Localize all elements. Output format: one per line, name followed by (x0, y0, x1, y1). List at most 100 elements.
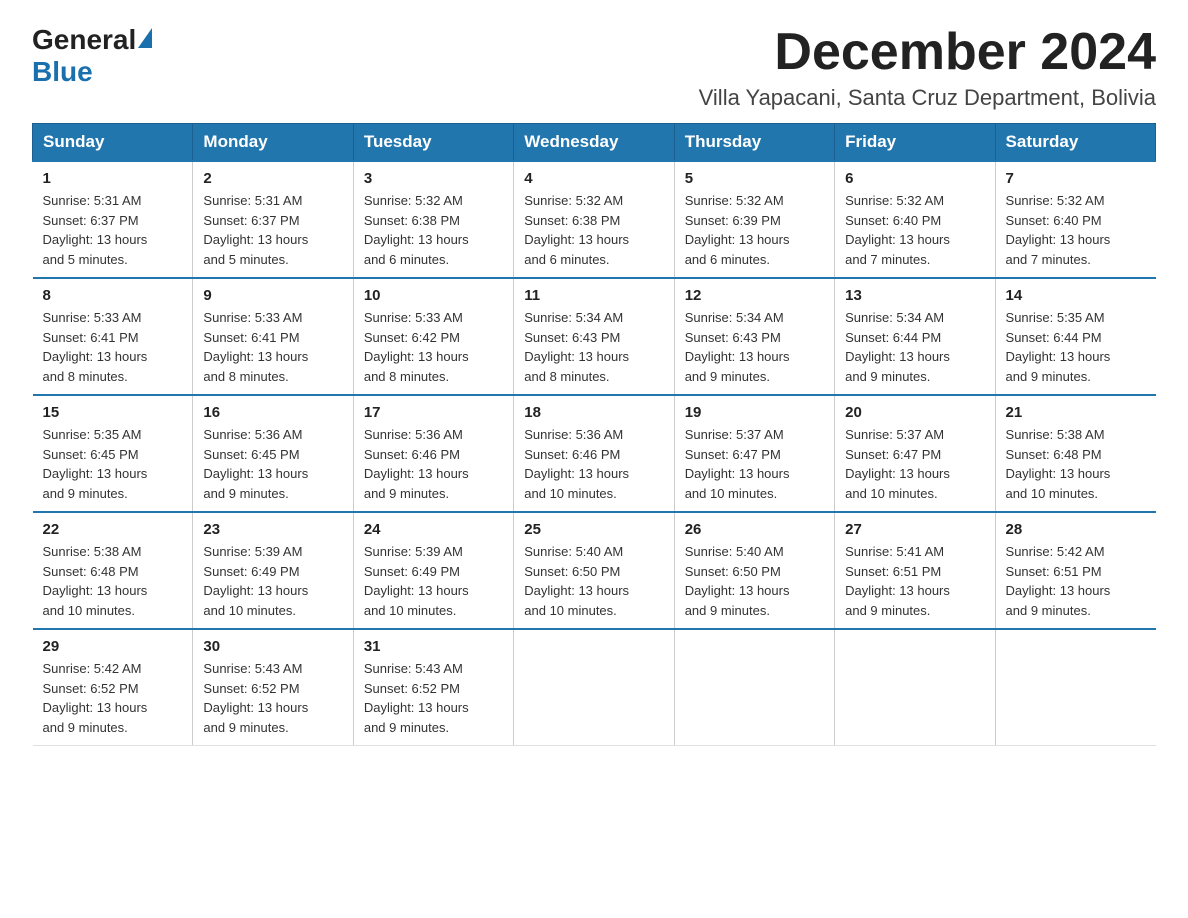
week-row-1: 1 Sunrise: 5:31 AM Sunset: 6:37 PM Dayli… (33, 161, 1156, 278)
weekday-header-saturday: Saturday (995, 124, 1155, 162)
day-number: 9 (203, 287, 342, 304)
weekday-header-tuesday: Tuesday (353, 124, 513, 162)
day-info: Sunrise: 5:39 AM Sunset: 6:49 PM Dayligh… (364, 542, 503, 620)
day-number: 22 (43, 521, 183, 538)
day-number: 11 (524, 287, 663, 304)
day-info: Sunrise: 5:37 AM Sunset: 6:47 PM Dayligh… (685, 425, 824, 503)
day-cell: 7 Sunrise: 5:32 AM Sunset: 6:40 PM Dayli… (995, 161, 1155, 278)
week-row-3: 15 Sunrise: 5:35 AM Sunset: 6:45 PM Dayl… (33, 395, 1156, 512)
day-cell: 13 Sunrise: 5:34 AM Sunset: 6:44 PM Dayl… (835, 278, 995, 395)
day-number: 15 (43, 404, 183, 421)
day-cell: 12 Sunrise: 5:34 AM Sunset: 6:43 PM Dayl… (674, 278, 834, 395)
day-info: Sunrise: 5:32 AM Sunset: 6:40 PM Dayligh… (1006, 191, 1146, 269)
day-cell: 29 Sunrise: 5:42 AM Sunset: 6:52 PM Dayl… (33, 629, 193, 746)
day-number: 14 (1006, 287, 1146, 304)
day-cell (674, 629, 834, 746)
calendar-subtitle: Villa Yapacani, Santa Cruz Department, B… (699, 85, 1156, 111)
day-cell (995, 629, 1155, 746)
day-number: 29 (43, 638, 183, 655)
day-info: Sunrise: 5:32 AM Sunset: 6:38 PM Dayligh… (364, 191, 503, 269)
day-info: Sunrise: 5:38 AM Sunset: 6:48 PM Dayligh… (43, 542, 183, 620)
day-cell: 10 Sunrise: 5:33 AM Sunset: 6:42 PM Dayl… (353, 278, 513, 395)
logo-blue: Blue (32, 56, 93, 88)
day-info: Sunrise: 5:34 AM Sunset: 6:43 PM Dayligh… (685, 308, 824, 386)
day-number: 21 (1006, 404, 1146, 421)
day-info: Sunrise: 5:43 AM Sunset: 6:52 PM Dayligh… (203, 659, 342, 737)
day-number: 12 (685, 287, 824, 304)
day-cell: 14 Sunrise: 5:35 AM Sunset: 6:44 PM Dayl… (995, 278, 1155, 395)
week-row-5: 29 Sunrise: 5:42 AM Sunset: 6:52 PM Dayl… (33, 629, 1156, 746)
day-number: 27 (845, 521, 984, 538)
day-cell (835, 629, 995, 746)
day-info: Sunrise: 5:40 AM Sunset: 6:50 PM Dayligh… (524, 542, 663, 620)
week-row-4: 22 Sunrise: 5:38 AM Sunset: 6:48 PM Dayl… (33, 512, 1156, 629)
day-info: Sunrise: 5:40 AM Sunset: 6:50 PM Dayligh… (685, 542, 824, 620)
day-info: Sunrise: 5:41 AM Sunset: 6:51 PM Dayligh… (845, 542, 984, 620)
day-info: Sunrise: 5:33 AM Sunset: 6:41 PM Dayligh… (203, 308, 342, 386)
day-cell: 25 Sunrise: 5:40 AM Sunset: 6:50 PM Dayl… (514, 512, 674, 629)
day-number: 5 (685, 170, 824, 187)
day-cell: 4 Sunrise: 5:32 AM Sunset: 6:38 PM Dayli… (514, 161, 674, 278)
day-info: Sunrise: 5:35 AM Sunset: 6:44 PM Dayligh… (1006, 308, 1146, 386)
day-info: Sunrise: 5:35 AM Sunset: 6:45 PM Dayligh… (43, 425, 183, 503)
day-cell: 9 Sunrise: 5:33 AM Sunset: 6:41 PM Dayli… (193, 278, 353, 395)
day-cell: 30 Sunrise: 5:43 AM Sunset: 6:52 PM Dayl… (193, 629, 353, 746)
day-info: Sunrise: 5:36 AM Sunset: 6:46 PM Dayligh… (524, 425, 663, 503)
day-cell: 5 Sunrise: 5:32 AM Sunset: 6:39 PM Dayli… (674, 161, 834, 278)
day-cell: 8 Sunrise: 5:33 AM Sunset: 6:41 PM Dayli… (33, 278, 193, 395)
day-number: 2 (203, 170, 342, 187)
title-block: December 2024 Villa Yapacani, Santa Cruz… (699, 24, 1156, 111)
weekday-header-thursday: Thursday (674, 124, 834, 162)
day-cell: 28 Sunrise: 5:42 AM Sunset: 6:51 PM Dayl… (995, 512, 1155, 629)
day-cell: 1 Sunrise: 5:31 AM Sunset: 6:37 PM Dayli… (33, 161, 193, 278)
day-number: 7 (1006, 170, 1146, 187)
day-cell: 18 Sunrise: 5:36 AM Sunset: 6:46 PM Dayl… (514, 395, 674, 512)
day-info: Sunrise: 5:39 AM Sunset: 6:49 PM Dayligh… (203, 542, 342, 620)
day-cell: 19 Sunrise: 5:37 AM Sunset: 6:47 PM Dayl… (674, 395, 834, 512)
day-cell: 3 Sunrise: 5:32 AM Sunset: 6:38 PM Dayli… (353, 161, 513, 278)
day-cell: 26 Sunrise: 5:40 AM Sunset: 6:50 PM Dayl… (674, 512, 834, 629)
day-number: 20 (845, 404, 984, 421)
day-info: Sunrise: 5:43 AM Sunset: 6:52 PM Dayligh… (364, 659, 503, 737)
day-cell (514, 629, 674, 746)
day-info: Sunrise: 5:32 AM Sunset: 6:40 PM Dayligh… (845, 191, 984, 269)
day-info: Sunrise: 5:33 AM Sunset: 6:42 PM Dayligh… (364, 308, 503, 386)
weekday-header-sunday: Sunday (33, 124, 193, 162)
day-number: 4 (524, 170, 663, 187)
day-cell: 27 Sunrise: 5:41 AM Sunset: 6:51 PM Dayl… (835, 512, 995, 629)
day-info: Sunrise: 5:42 AM Sunset: 6:51 PM Dayligh… (1006, 542, 1146, 620)
logo-triangle-icon (138, 28, 152, 48)
logo-general: General (32, 24, 136, 56)
day-number: 26 (685, 521, 824, 538)
day-number: 19 (685, 404, 824, 421)
day-number: 16 (203, 404, 342, 421)
day-cell: 24 Sunrise: 5:39 AM Sunset: 6:49 PM Dayl… (353, 512, 513, 629)
day-info: Sunrise: 5:38 AM Sunset: 6:48 PM Dayligh… (1006, 425, 1146, 503)
day-cell: 6 Sunrise: 5:32 AM Sunset: 6:40 PM Dayli… (835, 161, 995, 278)
day-info: Sunrise: 5:32 AM Sunset: 6:38 PM Dayligh… (524, 191, 663, 269)
weekday-header-friday: Friday (835, 124, 995, 162)
day-cell: 2 Sunrise: 5:31 AM Sunset: 6:37 PM Dayli… (193, 161, 353, 278)
calendar-title: December 2024 (699, 24, 1156, 81)
day-number: 10 (364, 287, 503, 304)
day-number: 17 (364, 404, 503, 421)
day-cell: 23 Sunrise: 5:39 AM Sunset: 6:49 PM Dayl… (193, 512, 353, 629)
weekday-header-row: SundayMondayTuesdayWednesdayThursdayFrid… (33, 124, 1156, 162)
weekday-header-wednesday: Wednesday (514, 124, 674, 162)
day-cell: 20 Sunrise: 5:37 AM Sunset: 6:47 PM Dayl… (835, 395, 995, 512)
day-number: 23 (203, 521, 342, 538)
day-cell: 16 Sunrise: 5:36 AM Sunset: 6:45 PM Dayl… (193, 395, 353, 512)
day-info: Sunrise: 5:34 AM Sunset: 6:43 PM Dayligh… (524, 308, 663, 386)
day-number: 3 (364, 170, 503, 187)
day-info: Sunrise: 5:36 AM Sunset: 6:45 PM Dayligh… (203, 425, 342, 503)
day-info: Sunrise: 5:34 AM Sunset: 6:44 PM Dayligh… (845, 308, 984, 386)
day-cell: 21 Sunrise: 5:38 AM Sunset: 6:48 PM Dayl… (995, 395, 1155, 512)
day-number: 13 (845, 287, 984, 304)
day-cell: 31 Sunrise: 5:43 AM Sunset: 6:52 PM Dayl… (353, 629, 513, 746)
day-info: Sunrise: 5:42 AM Sunset: 6:52 PM Dayligh… (43, 659, 183, 737)
day-number: 25 (524, 521, 663, 538)
day-info: Sunrise: 5:36 AM Sunset: 6:46 PM Dayligh… (364, 425, 503, 503)
week-row-2: 8 Sunrise: 5:33 AM Sunset: 6:41 PM Dayli… (33, 278, 1156, 395)
day-number: 31 (364, 638, 503, 655)
header: General Blue December 2024 Villa Yapacan… (32, 24, 1156, 111)
